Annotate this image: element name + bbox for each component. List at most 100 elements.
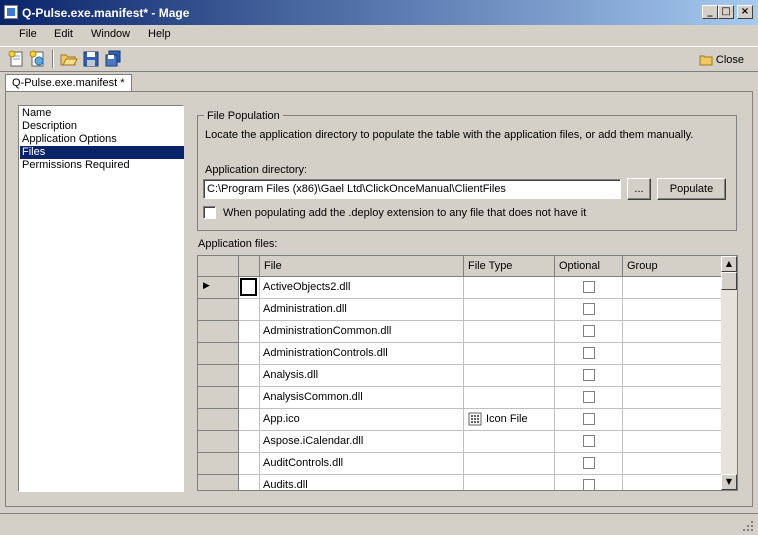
file-type-cell[interactable] [464,321,555,343]
file-cell[interactable]: ActiveObjects2.dll [260,277,464,299]
populate-button[interactable]: Populate [657,178,726,200]
file-cell[interactable]: App.ico [260,409,464,431]
file-cell[interactable]: Analysis.dll [260,365,464,387]
optional-checkbox[interactable] [583,369,595,381]
file-cell[interactable]: AuditControls.dll [260,453,464,475]
file-cell[interactable]: Aspose.iCalendar.dll [260,431,464,453]
row-header[interactable] [198,343,239,365]
optional-checkbox[interactable] [583,457,595,469]
row-header[interactable] [198,321,239,343]
table-row[interactable]: App.ico Icon File [198,409,723,431]
row-icon-cell[interactable] [239,365,260,387]
size-grip-icon[interactable] [742,520,754,532]
group-cell[interactable] [623,431,723,453]
column-header-file[interactable]: File [260,256,464,277]
section-item-name[interactable]: Name [20,107,184,120]
new-application-manifest-icon[interactable] [8,50,26,68]
menu-file[interactable]: File [19,28,37,40]
file-type-cell[interactable] [464,387,555,409]
row-icon-cell[interactable] [239,343,260,365]
group-cell[interactable] [623,343,723,365]
save-icon[interactable] [82,50,100,68]
table-row[interactable]: Audits.dll [198,475,723,490]
group-cell[interactable] [623,453,723,475]
scroll-down-icon[interactable]: ▼ [721,474,737,490]
row-header[interactable] [198,431,239,453]
application-files-grid[interactable]: File File Type Optional Group ▶ ActiveObj… [197,255,738,491]
menu-window[interactable]: Window [91,28,130,40]
save-all-icon[interactable] [104,50,122,68]
tab-manifest[interactable]: Q-Pulse.exe.manifest * [5,74,132,92]
file-type-cell[interactable] [464,365,555,387]
file-type-cell[interactable] [464,299,555,321]
table-row[interactable]: AuditControls.dll [198,453,723,475]
row-header[interactable] [198,475,239,490]
optional-checkbox[interactable] [583,413,595,425]
close-document-button[interactable]: Close [699,52,744,68]
file-cell[interactable]: AnalysisCommon.dll [260,387,464,409]
group-cell[interactable] [623,387,723,409]
group-cell[interactable] [623,475,723,490]
group-cell[interactable] [623,321,723,343]
row-header[interactable] [198,453,239,475]
table-row[interactable]: AnalysisCommon.dll [198,387,723,409]
section-item-description[interactable]: Description [20,120,184,133]
section-list[interactable]: Name Description Application Options Fil… [18,105,184,492]
menu-help[interactable]: Help [148,28,171,40]
grid-vertical-scrollbar[interactable]: ▲ ▼ [721,256,737,490]
optional-checkbox[interactable] [583,435,595,447]
section-item-application-options[interactable]: Application Options [20,133,184,146]
optional-checkbox[interactable] [583,325,595,337]
optional-checkbox[interactable] [583,391,595,403]
row-header[interactable] [198,409,239,431]
table-row[interactable]: Aspose.iCalendar.dll [198,431,723,453]
row-icon-cell[interactable] [239,321,260,343]
section-item-permissions-required[interactable]: Permissions Required [20,159,184,172]
menu-edit[interactable]: Edit [54,28,73,40]
row-icon-cell[interactable] [239,299,260,321]
title-bar[interactable]: Q-Pulse.exe.manifest* - Mage _ □ × [0,0,758,25]
table-row[interactable]: ▶ ActiveObjects2.dll [198,277,723,299]
file-type-cell[interactable] [464,453,555,475]
row-header[interactable] [198,387,239,409]
row-icon-cell[interactable] [239,387,260,409]
row-icon-cell[interactable] [239,475,260,490]
row-header[interactable]: ▶ [198,277,239,299]
row-header[interactable] [198,299,239,321]
table-row[interactable]: Administration.dll [198,299,723,321]
group-cell[interactable] [623,277,723,299]
column-header-optional[interactable]: Optional [555,256,623,277]
table-row[interactable]: Analysis.dll [198,365,723,387]
optional-checkbox[interactable] [583,303,595,315]
row-header[interactable] [198,365,239,387]
application-directory-input[interactable]: C:\Program Files (x86)\Gael Ltd\ClickOnc… [203,179,621,199]
minimize-button[interactable]: _ [702,5,718,19]
optional-checkbox[interactable] [583,479,595,490]
browse-button[interactable]: ... [627,178,651,200]
file-cell[interactable]: AdministrationCommon.dll [260,321,464,343]
file-cell[interactable]: AdministrationControls.dll [260,343,464,365]
file-type-cell[interactable]: Icon File [464,409,555,431]
column-header-file-type[interactable]: File Type [464,256,555,277]
deploy-extension-checkbox[interactable] [203,206,216,219]
row-icon-cell[interactable] [239,453,260,475]
row-icon-cell[interactable] [239,277,260,299]
group-cell[interactable] [623,299,723,321]
row-icon-cell[interactable] [239,409,260,431]
table-row[interactable]: AdministrationCommon.dll [198,321,723,343]
open-folder-icon[interactable] [60,50,78,68]
file-type-cell[interactable] [464,277,555,299]
close-window-button[interactable]: × [737,5,753,19]
file-type-cell[interactable] [464,475,555,490]
group-cell[interactable] [623,409,723,431]
file-type-cell[interactable] [464,431,555,453]
column-header-group[interactable]: Group [623,256,723,277]
new-deployment-manifest-icon[interactable] [29,50,47,68]
scroll-up-icon[interactable]: ▲ [721,256,737,272]
group-cell[interactable] [623,365,723,387]
optional-checkbox[interactable] [583,281,595,293]
file-type-cell[interactable] [464,343,555,365]
table-row[interactable]: AdministrationControls.dll [198,343,723,365]
row-icon-cell[interactable] [239,431,260,453]
optional-checkbox[interactable] [583,347,595,359]
